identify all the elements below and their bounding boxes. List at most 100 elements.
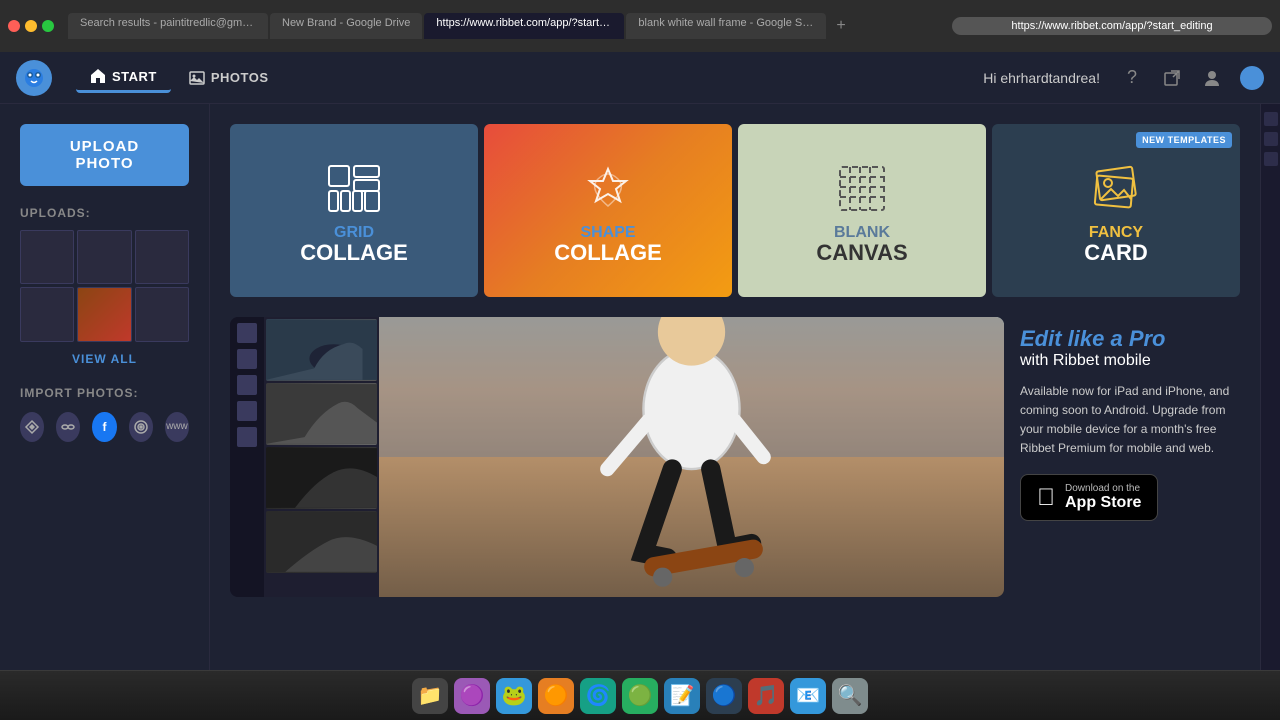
tab-google[interactable]: blank white wall frame - Google Search (626, 13, 826, 39)
upload-thumb-4[interactable] (20, 287, 74, 341)
fancy-card-inner: NEW TEMPLATES FANCY CARD (992, 124, 1240, 297)
dock-icon-10[interactable]: 🔍 (832, 678, 868, 714)
import-facebook-icon[interactable]: f (92, 412, 116, 442)
dock-icon-8[interactable]: 🎵 (748, 678, 784, 714)
main-photo (379, 317, 1004, 597)
sidebar: UPLOAD PHOTO UPLOADS: VIEW ALL IMPORT PH… (0, 104, 210, 670)
fancy-card-card[interactable]: NEW TEMPLATES FANCY CARD Create holiday … (992, 124, 1240, 297)
phone-mockup (230, 317, 1004, 597)
import-link-icon[interactable] (56, 412, 80, 442)
uploads-label: UPLOADS: (20, 206, 189, 220)
user-icon[interactable] (1200, 66, 1224, 90)
dock-icon-2[interactable]: 🐸 (496, 678, 532, 714)
upload-thumb-5[interactable] (77, 287, 131, 341)
phone-sidebar (230, 317, 264, 597)
view-all-link[interactable]: VIEW ALL (20, 352, 189, 366)
upload-photo-button[interactable]: UPLOAD PHOTO (20, 124, 189, 186)
tab-gmail[interactable]: Search results - paintitredlic@gmail.com… (68, 13, 268, 39)
dock-icon-4[interactable]: 🌀 (580, 678, 616, 714)
upload-grid (20, 230, 189, 342)
upload-thumb-2[interactable] (77, 230, 131, 284)
grid-collage-inner: GRID COLLAGE (230, 124, 478, 297)
nav-items: START PHOTOS (76, 62, 283, 93)
strip-item-1[interactable] (266, 319, 377, 381)
grid-collage-title-bottom: COLLAGE (300, 242, 408, 264)
content-area: GRID COLLAGE Align your photos in a clas… (210, 104, 1260, 670)
help-icon[interactable]: ? (1120, 66, 1144, 90)
import-www-icon[interactable]: www (165, 412, 189, 442)
maximize-btn[interactable] (42, 20, 54, 32)
dock-icon-1[interactable]: 🟣 (454, 678, 490, 714)
nav-photos[interactable]: PHOTOS (175, 64, 283, 92)
blank-canvas-card[interactable]: BLANK CANVAS Start from scratch. Pick ca… (738, 124, 986, 297)
phone-sidebar-icon-5 (237, 427, 257, 447)
browser-chrome: Search results - paintitredlic@gmail.com… (0, 0, 1280, 52)
collage-options: GRID COLLAGE Align your photos in a clas… (230, 124, 1240, 297)
logo-frog (16, 60, 52, 96)
shape-collage-inner: SHAPE COLLAGE (484, 124, 732, 297)
fancy-card-title-bottom: CARD (1084, 242, 1148, 264)
blank-canvas-title-bottom: CANVAS (816, 242, 907, 264)
blank-canvas-icon (832, 161, 892, 216)
import-icons: f www (20, 412, 189, 442)
import-label: IMPORT PHOTOS: (20, 386, 189, 400)
dock-icon-7[interactable]: 🔵 (706, 678, 742, 714)
promo-title-bottom: with Ribbet mobile (1020, 352, 1240, 370)
strip-item-3[interactable] (266, 447, 377, 509)
app-store-button[interactable]:  Download on the App Store (1020, 474, 1158, 521)
tab-ribbet[interactable]: https://www.ribbet.com/app/?start_editin… (424, 13, 624, 39)
tab-drive[interactable]: New Brand - Google Drive (270, 13, 422, 39)
right-icon-3 (1264, 152, 1278, 166)
user-avatar (1240, 66, 1264, 90)
minimize-btn[interactable] (25, 20, 37, 32)
shape-collage-icon (578, 161, 638, 216)
download-on-label: Download on the (1065, 483, 1141, 494)
upload-thumb-6[interactable] (135, 287, 189, 341)
app-store-text: Download on the App Store (1065, 483, 1141, 512)
upload-thumb-1[interactable] (20, 230, 74, 284)
external-link-icon[interactable] (1160, 66, 1184, 90)
new-tab-button[interactable]: + (828, 13, 853, 39)
main-content: UPLOAD PHOTO UPLOADS: VIEW ALL IMPORT PH… (0, 104, 1280, 670)
frog-icon (23, 67, 45, 89)
header-icons: ? (1120, 66, 1264, 90)
grid-collage-card[interactable]: GRID COLLAGE Align your photos in a clas… (230, 124, 478, 297)
fancy-card-icon (1086, 161, 1146, 216)
blank-canvas-inner: BLANK CANVAS (738, 124, 986, 297)
strip-item-4[interactable] (266, 511, 377, 573)
phone-sidebar-icon-3 (237, 375, 257, 395)
right-icon-1 (1264, 112, 1278, 126)
url-bar[interactable]: https://www.ribbet.com/app/?start_editin… (952, 17, 1272, 35)
promo-title-top: Edit like a Pro (1020, 327, 1240, 351)
shape-collage-title-bottom: COLLAGE (554, 242, 662, 264)
right-decoration (1260, 104, 1280, 670)
dock-icon-3[interactable]: 🟠 (538, 678, 574, 714)
dock-icon-6[interactable]: 📝 (664, 678, 700, 714)
dock-icon-9[interactable]: 📧 (790, 678, 826, 714)
grid-collage-icon (324, 161, 384, 216)
import-picasa-icon[interactable] (20, 412, 44, 442)
dock-finder[interactable]: 📁 (412, 678, 448, 714)
bottom-section: Edit like a Pro with Ribbet mobile Avail… (230, 317, 1240, 597)
greeting-text: Hi ehrhardtandrea! (983, 70, 1100, 86)
upload-thumb-3[interactable] (135, 230, 189, 284)
mac-dock: 📁 🟣 🐸 🟠 🌀 🟢 📝 🔵 🎵 📧 🔍 (0, 670, 1280, 720)
new-templates-badge: NEW TEMPLATES (1136, 132, 1232, 148)
shape-collage-card[interactable]: SHAPE COLLAGE Generate a shape made up o… (484, 124, 732, 297)
browser-tabs: Search results - paintitredlic@gmail.com… (68, 13, 946, 39)
home-icon (90, 68, 106, 84)
app-store-name: App Store (1065, 494, 1141, 512)
phone-sidebar-icon-1 (237, 323, 257, 343)
close-btn[interactable] (8, 20, 20, 32)
app-header: START PHOTOS Hi ehrhardtandrea! ? (0, 52, 1280, 104)
logo-area (16, 60, 56, 96)
dock-icon-5[interactable]: 🟢 (622, 678, 658, 714)
nav-start[interactable]: START (76, 62, 171, 93)
import-target-icon[interactable] (129, 412, 153, 442)
photo-strip (264, 317, 379, 597)
header-right: Hi ehrhardtandrea! ? (983, 66, 1264, 90)
browser-controls (8, 20, 54, 32)
strip-item-2[interactable] (266, 383, 377, 445)
phone-sidebar-icon-4 (237, 401, 257, 421)
promo-description: Available now for iPad and iPhone, and c… (1020, 382, 1240, 459)
